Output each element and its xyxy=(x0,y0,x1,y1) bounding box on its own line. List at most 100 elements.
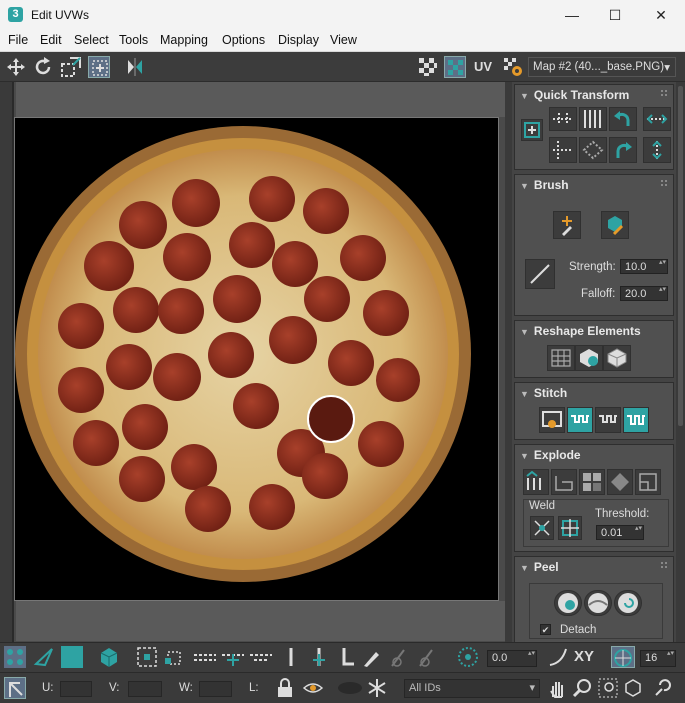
mirror-icon[interactable] xyxy=(124,56,146,78)
stitch-header[interactable]: ▼ Stitch xyxy=(520,386,567,400)
menu-options[interactable]: Options xyxy=(222,33,265,47)
help-icon[interactable] xyxy=(652,677,674,699)
loop-grow-icon[interactable] xyxy=(220,646,246,668)
scale-icon[interactable] xyxy=(60,56,82,78)
maximize-button[interactable]: ☐ xyxy=(592,0,638,30)
flatten-icon[interactable] xyxy=(579,469,605,495)
align-horizontal-icon[interactable] xyxy=(549,107,577,131)
xy-toggle[interactable]: XY xyxy=(574,648,600,670)
relax-brush-icon[interactable] xyxy=(601,211,629,239)
panel-scrollbar[interactable] xyxy=(676,82,685,642)
relax-icon[interactable] xyxy=(575,345,603,371)
drag-grip-icon[interactable] xyxy=(661,90,667,96)
w-field[interactable] xyxy=(199,681,232,697)
close-button[interactable]: ✕ xyxy=(638,0,684,30)
strength-spinner[interactable]: 10.0 xyxy=(620,259,668,274)
stitch-to-source-icon[interactable] xyxy=(567,407,593,433)
stitch-custom-icon[interactable] xyxy=(539,407,565,433)
freeze-icon[interactable] xyxy=(366,677,388,699)
menu-file[interactable]: File xyxy=(8,33,28,47)
zoom-region-icon[interactable] xyxy=(597,677,619,699)
zoom-extents-icon[interactable] xyxy=(622,677,644,699)
rotate-cw-icon[interactable] xyxy=(609,137,637,163)
paint-select-icon[interactable] xyxy=(360,646,382,668)
loop-shrink-icon[interactable] xyxy=(248,646,274,668)
polygon-mode-icon[interactable] xyxy=(61,646,83,668)
break-icon[interactable] xyxy=(523,469,549,495)
weld-target-icon[interactable] xyxy=(558,516,582,540)
explode-frame-icon[interactable] xyxy=(635,469,661,495)
paint-move-icon[interactable] xyxy=(553,211,581,239)
angle-spinner[interactable]: 0.0 xyxy=(487,650,537,667)
eye-icon[interactable] xyxy=(302,677,324,699)
reset-peel-icon[interactable] xyxy=(614,590,642,616)
menu-mapping[interactable]: Mapping xyxy=(160,33,208,47)
detach-checkbox[interactable]: ✔ xyxy=(540,624,551,635)
absolute-mode-icon[interactable] xyxy=(4,677,26,699)
select-grow-icon[interactable] xyxy=(136,646,158,668)
freeform-icon[interactable] xyxy=(88,56,110,78)
move-icon[interactable] xyxy=(5,56,27,78)
scrollbar-thumb[interactable] xyxy=(678,86,683,426)
texture-checker-icon[interactable] xyxy=(444,56,466,78)
brush-header[interactable]: ▼ Brush xyxy=(520,178,569,192)
checker-icon[interactable] xyxy=(417,56,439,78)
distribute-icon[interactable] xyxy=(579,137,607,163)
select-shrink-icon[interactable] xyxy=(162,646,184,668)
minimize-button[interactable]: — xyxy=(549,0,595,30)
quick-transform-header[interactable]: ▼ Quick Transform xyxy=(520,88,629,102)
element-mode-icon[interactable] xyxy=(98,646,120,668)
detach-edge-icon[interactable] xyxy=(551,469,577,495)
soft-selection-icon[interactable] xyxy=(547,646,569,668)
drag-grip-icon[interactable] xyxy=(661,562,667,568)
rectangle-shape-icon[interactable] xyxy=(603,345,631,371)
align-vertical-icon[interactable] xyxy=(579,107,607,131)
settings-icon[interactable] xyxy=(502,56,524,78)
straighten-icon[interactable] xyxy=(547,345,575,371)
zoom-icon[interactable] xyxy=(571,677,593,699)
menu-select[interactable]: Select xyxy=(74,33,109,47)
align-cross-icon[interactable] xyxy=(549,137,577,163)
lock-icon[interactable] xyxy=(274,677,296,699)
uv-toggle[interactable]: UV xyxy=(474,56,498,78)
stitch-average-icon[interactable] xyxy=(595,407,621,433)
align-icon[interactable] xyxy=(521,119,543,141)
v-field[interactable] xyxy=(128,681,162,697)
texture-canvas[interactable] xyxy=(14,117,499,601)
hide-icon[interactable] xyxy=(336,677,364,699)
stitch-to-target-icon[interactable] xyxy=(623,407,649,433)
angle-snap-icon[interactable] xyxy=(457,646,479,668)
edge-mode-icon[interactable] xyxy=(33,646,55,668)
pan-icon[interactable] xyxy=(546,677,568,699)
weld-selected-icon[interactable] xyxy=(530,516,554,540)
reshape-elements-header[interactable]: ▼ Reshape Elements xyxy=(520,324,641,338)
ring-grow-icon[interactable] xyxy=(308,646,330,668)
grid-snap-icon[interactable] xyxy=(611,646,635,668)
u-field[interactable] xyxy=(60,681,92,697)
paint-select-shrink-icon[interactable] xyxy=(416,646,438,668)
threshold-spinner[interactable]: 0.01 xyxy=(596,525,644,540)
vertex-mode-icon[interactable] xyxy=(4,646,26,668)
explode-header[interactable]: ▼ Explode xyxy=(520,448,581,462)
brush-falloff-icon[interactable] xyxy=(525,259,555,289)
menu-view[interactable]: View xyxy=(330,33,357,47)
drag-grip-icon[interactable] xyxy=(661,180,667,186)
menu-edit[interactable]: Edit xyxy=(40,33,62,47)
ring-shrink-icon[interactable] xyxy=(336,646,358,668)
rotate-icon[interactable] xyxy=(32,56,54,78)
loop-icon[interactable] xyxy=(192,646,218,668)
menu-display[interactable]: Display xyxy=(278,33,319,47)
peel-mode-icon[interactable] xyxy=(584,590,612,616)
grid-spinner[interactable]: 16 xyxy=(640,650,676,667)
peel-header[interactable]: ▼ Peel xyxy=(520,560,559,574)
space-horizontal-icon[interactable] xyxy=(643,107,671,131)
paint-select-grow-icon[interactable] xyxy=(388,646,410,668)
rotate-ccw-icon[interactable] xyxy=(609,107,637,131)
falloff-spinner[interactable]: 20.0 xyxy=(620,286,668,301)
ring-icon[interactable] xyxy=(280,646,302,668)
id-filter-select[interactable]: All IDs ▾ xyxy=(404,679,540,698)
menu-tools[interactable]: Tools xyxy=(119,33,148,47)
explode-checker-icon[interactable] xyxy=(607,469,633,495)
map-select[interactable]: Map #2 (40..._base.PNG) ▾ xyxy=(528,57,676,77)
quick-peel-icon[interactable] xyxy=(554,590,582,616)
